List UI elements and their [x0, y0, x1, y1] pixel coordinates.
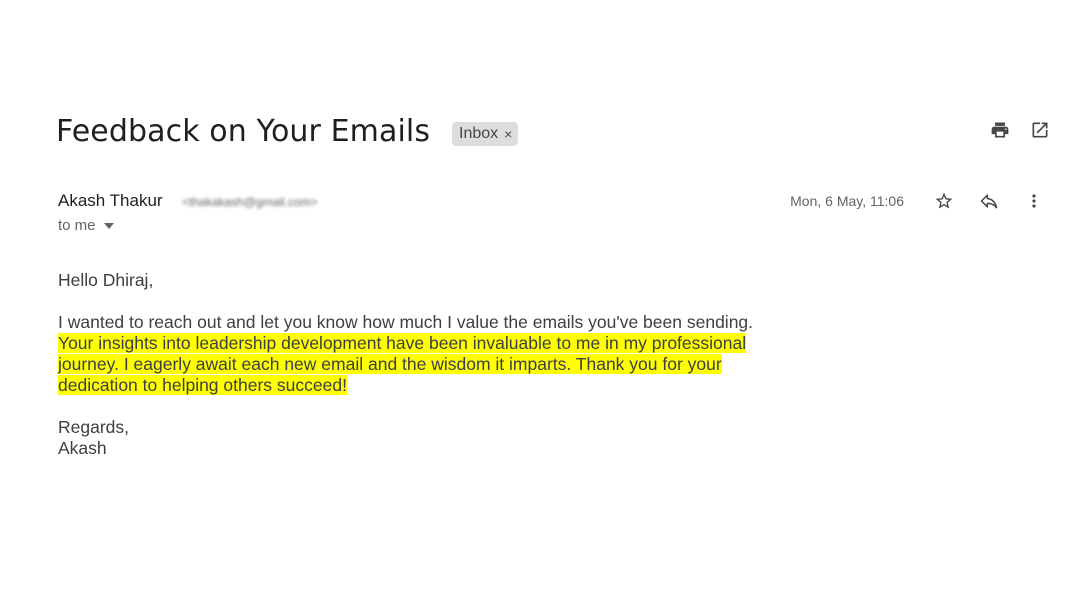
highlighted-text: Your insights into leadership developmen…: [58, 333, 747, 395]
sender-email: <thakakash@gmail.com>: [182, 195, 318, 209]
recipient-text: to me: [58, 217, 96, 234]
thread-actions: [990, 120, 1050, 140]
sender-row: Akash Thakur <thakakash@gmail.com> to me…: [58, 190, 1044, 240]
timestamp: Mon, 6 May, 11:06: [790, 193, 904, 209]
star-icon[interactable]: [934, 191, 954, 211]
email-subject: Feedback on Your Emails: [56, 114, 431, 149]
subject-row: Feedback on Your Emails Inbox ×: [56, 112, 1050, 156]
signature: Akash: [58, 438, 107, 458]
signoff: Regards,: [58, 417, 130, 437]
sender-name[interactable]: Akash Thakur: [58, 190, 163, 212]
email-body: Hello Dhiraj, I wanted to reach out and …: [58, 270, 788, 459]
reply-icon[interactable]: [979, 191, 999, 211]
message-meta: Mon, 6 May, 11:06: [790, 191, 1044, 211]
open-in-new-window-icon[interactable]: [1030, 120, 1050, 140]
label-text: Inbox: [459, 125, 499, 142]
body-sentence: I wanted to reach out and let you know h…: [58, 312, 754, 332]
remove-label-icon[interactable]: ×: [504, 127, 512, 141]
body-paragraph: I wanted to reach out and let you know h…: [58, 312, 788, 396]
more-vertical-icon[interactable]: [1024, 191, 1044, 211]
print-icon[interactable]: [990, 120, 1010, 140]
greeting: Hello Dhiraj,: [58, 270, 154, 290]
recipient-details-toggle[interactable]: to me: [58, 217, 114, 234]
email-view: Feedback on Your Emails Inbox × Akash Th…: [0, 0, 1080, 608]
caret-down-icon: [103, 222, 114, 229]
inbox-label-chip[interactable]: Inbox ×: [452, 122, 519, 146]
